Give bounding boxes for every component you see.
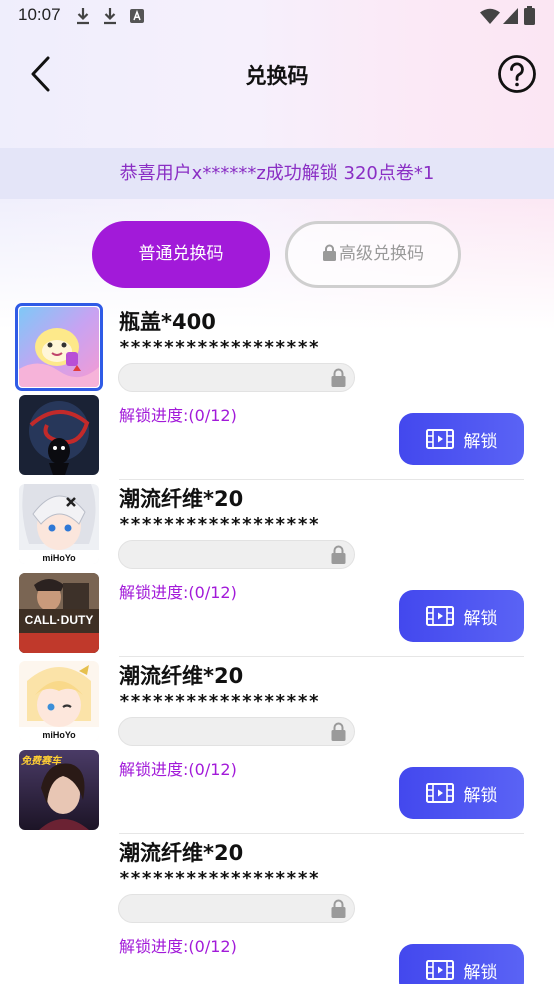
game-icon-eggy-party[interactable]: [15, 303, 103, 391]
unlock-label: 解锁: [463, 431, 498, 452]
divider: [119, 833, 524, 834]
download-icon: [77, 8, 89, 25]
tab-normal-code[interactable]: 普通兑换码: [92, 221, 270, 288]
game-icon-genshin[interactable]: miHoYo: [19, 661, 99, 741]
reward-title: 潮流纤维*20: [119, 664, 244, 688]
unlock-progress-text: 解锁进度:(0/12): [119, 583, 237, 602]
video-icon: [425, 606, 454, 626]
download-icon: [104, 8, 116, 25]
help-circle-icon: [498, 55, 536, 93]
unlock-button[interactable]: 解锁: [399, 590, 524, 642]
lock-icon: [323, 244, 336, 261]
game-icon-honkai[interactable]: miHoYo: [19, 484, 99, 564]
progress-bar: [118, 894, 355, 923]
unlock-label: 解锁: [463, 785, 498, 806]
progress-bar: [118, 363, 355, 392]
game-icon-call-of-duty[interactable]: CALL·DUTY: [19, 573, 99, 653]
genshin-impact-icon: [19, 661, 99, 741]
signal-icon: [503, 8, 518, 24]
reward-code: ******************: [119, 337, 320, 358]
game-caption: CALL·DUTY: [24, 613, 94, 627]
help-button[interactable]: [497, 54, 537, 94]
game-caption: 免费赛车: [21, 756, 61, 767]
video-icon: [425, 960, 454, 980]
battery-icon: [524, 6, 535, 25]
reward-code: ******************: [119, 691, 320, 712]
divider: [119, 479, 524, 480]
status-time: 10:07: [18, 5, 61, 24]
video-icon: [425, 429, 454, 449]
divider: [119, 656, 524, 657]
reward-code: ******************: [119, 868, 320, 889]
game-caption: miHoYo: [42, 730, 76, 740]
unlock-progress-text: 解锁进度:(0/12): [119, 406, 237, 425]
unlock-label: 解锁: [463, 608, 498, 629]
game-caption: miHoYo: [42, 553, 76, 563]
progress-bar: [118, 717, 355, 746]
unlock-announcement-banner: 恭喜用户x******z成功解锁 320点卷*1: [0, 148, 554, 199]
game-icon-dark-creature[interactable]: [19, 395, 99, 475]
unlock-button[interactable]: 解锁: [399, 413, 524, 465]
eggy-party-icon: [19, 307, 99, 387]
wifi-icon: [480, 8, 500, 24]
tab-advanced-code[interactable]: 高级兑换码: [285, 221, 461, 288]
game-icon-racing[interactable]: 免费赛车: [19, 750, 99, 830]
unlock-progress-text: 解锁进度:(0/12): [119, 937, 237, 956]
reward-title: 潮流纤维*20: [119, 487, 244, 511]
reward-title: 瓶盖*400: [119, 310, 216, 334]
page-title: 兑换码: [245, 64, 309, 88]
status-bar: 10:07: [0, 0, 554, 32]
lock-icon: [331, 722, 346, 741]
notification-a-icon: [130, 9, 144, 23]
honkai-impact-icon: [19, 484, 99, 564]
lock-icon: [331, 899, 346, 918]
unlock-label: 解锁: [463, 962, 498, 983]
reward-code: ******************: [119, 514, 320, 535]
unlock-button[interactable]: 解锁: [399, 767, 524, 819]
unlock-progress-text: 解锁进度:(0/12): [119, 760, 237, 779]
dark-creature-game-icon: [19, 395, 99, 475]
lock-icon: [331, 545, 346, 564]
video-icon: [425, 783, 454, 803]
tab-label: 普通兑换码: [138, 244, 224, 264]
lock-icon: [331, 368, 346, 387]
tab-label: 高级兑换码: [339, 244, 424, 264]
reward-title: 潮流纤维*20: [119, 841, 244, 865]
unlock-button[interactable]: 解锁: [399, 944, 524, 984]
progress-bar: [118, 540, 355, 569]
